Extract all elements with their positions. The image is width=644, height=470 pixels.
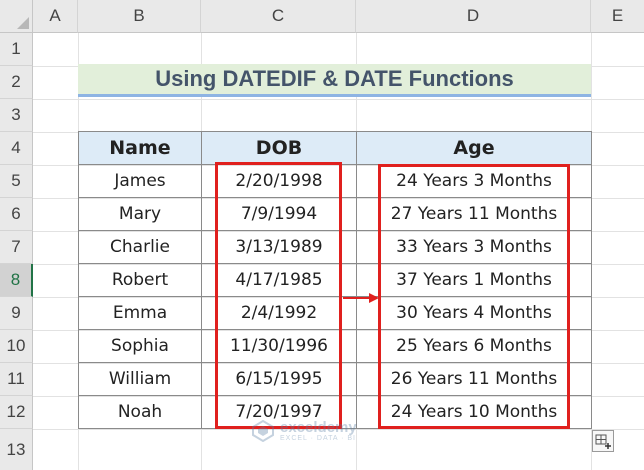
row-header-8[interactable]: 8 [0, 264, 33, 297]
cell-name[interactable]: Noah [78, 395, 202, 429]
watermark: exceldemy EXCEL · DATA · BI [252, 420, 357, 442]
cell-name[interactable]: Charlie [78, 230, 202, 264]
dob-highlight-box [215, 162, 342, 429]
watermark-subtitle: EXCEL · DATA · BI [280, 435, 356, 442]
quick-analysis-icon [595, 434, 611, 449]
column-header-a[interactable]: A [33, 0, 78, 33]
header-dob[interactable]: DOB [201, 131, 357, 165]
cell-name[interactable]: Mary [78, 197, 202, 231]
cell-name[interactable]: William [78, 362, 202, 396]
cell-name[interactable]: Sophia [78, 329, 202, 363]
row-header-7[interactable]: 7 [0, 231, 33, 264]
row-header-10[interactable]: 10 [0, 330, 33, 363]
watermark-title: exceldemy [280, 419, 357, 436]
row-header-11[interactable]: 11 [0, 363, 33, 396]
quick-analysis-button[interactable] [592, 430, 614, 452]
row-header-3[interactable]: 3 [0, 99, 33, 132]
column-header-e[interactable]: E [591, 0, 644, 33]
table-header-row: Name DOB Age [78, 131, 592, 165]
right-arrow-icon [343, 293, 379, 303]
age-highlight-box [378, 164, 570, 429]
select-all-corner[interactable] [0, 0, 33, 33]
row-header-4[interactable]: 4 [0, 132, 33, 165]
gridline [33, 99, 644, 100]
header-name[interactable]: Name [78, 131, 202, 165]
row-header-13[interactable]: 13 [0, 429, 33, 470]
header-age[interactable]: Age [356, 131, 592, 165]
row-header-2[interactable]: 2 [0, 66, 33, 99]
cell-name[interactable]: Emma [78, 296, 202, 330]
cell-name[interactable]: James [78, 164, 202, 198]
row-header-1[interactable]: 1 [0, 33, 33, 66]
column-header-d[interactable]: D [356, 0, 591, 33]
row-header-9[interactable]: 9 [0, 297, 33, 330]
column-header-b[interactable]: B [78, 0, 201, 33]
sheet-title[interactable]: Using DATEDIF & DATE Functions [78, 64, 591, 97]
column-header-c[interactable]: C [201, 0, 356, 33]
row-header-5[interactable]: 5 [0, 165, 33, 198]
exceldemy-logo-icon [252, 420, 274, 442]
row-header-6[interactable]: 6 [0, 198, 33, 231]
cell-name[interactable]: Robert [78, 263, 202, 297]
row-header-12[interactable]: 12 [0, 396, 33, 429]
